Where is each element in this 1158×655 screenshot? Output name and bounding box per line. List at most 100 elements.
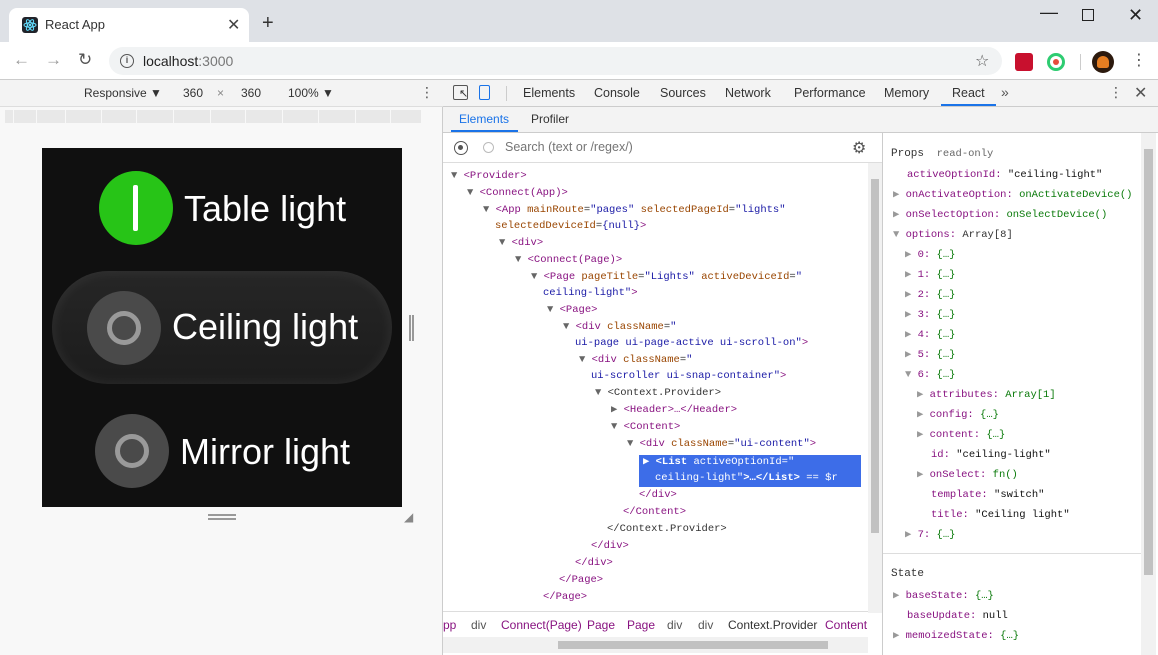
devtools-close-icon[interactable]: ✕ — [1134, 83, 1147, 103]
prop-row[interactable]: ▶ 2: {…} — [905, 288, 955, 302]
breadcrumb-item[interactable]: div — [667, 618, 682, 632]
prop-row[interactable]: ▶ 5: {…} — [905, 348, 955, 362]
tree-node[interactable]: </Content> — [623, 505, 686, 519]
tab-sources[interactable]: Sources — [660, 86, 706, 100]
device-width-input[interactable]: 360 — [183, 86, 203, 100]
prop-row[interactable]: id: "ceiling-light" — [931, 448, 1051, 462]
breadcrumb-item[interactable]: Content — [825, 618, 867, 632]
search-input[interactable] — [505, 140, 835, 154]
tree-node[interactable]: ▶ <Header>…</Header> — [611, 403, 737, 417]
tree-node[interactable]: ▼ <Page pageTitle="Lights" activeDeviceI… — [531, 270, 802, 284]
settings-gear-icon[interactable]: ⚙ — [852, 138, 866, 158]
scrollbar-thumb[interactable] — [558, 641, 828, 649]
tab-elements[interactable]: Elements — [523, 86, 575, 100]
tree-node[interactable]: ▼ <div> — [499, 236, 543, 250]
tree-node[interactable]: ▼ <Provider> — [451, 169, 527, 183]
devtools-menu-icon[interactable]: ⋮ — [1109, 84, 1123, 101]
tree-node[interactable]: ▼ <Page> — [547, 303, 597, 317]
window-close-icon[interactable]: ✕ — [1128, 5, 1143, 26]
breadcrumb-item[interactable]: Page — [627, 618, 655, 632]
tree-node-selected[interactable]: ▶ <List activeOptionId=" — [643, 455, 794, 469]
tree-node[interactable]: </div> — [591, 539, 629, 553]
breadcrumb-item[interactable]: div — [698, 618, 713, 632]
switch-off-icon[interactable] — [87, 291, 161, 365]
state-row[interactable]: ▶ baseState: {…} — [893, 589, 994, 603]
device-toggle-icon[interactable] — [479, 85, 490, 100]
tab-react[interactable]: React — [941, 86, 996, 106]
prop-row[interactable]: ▼ options: Array[8] — [893, 228, 1013, 242]
forward-arrow-icon[interactable]: → — [45, 51, 62, 69]
browser-menu-icon[interactable]: ⋮ — [1131, 51, 1147, 71]
tree-horizontal-scrollbar[interactable] — [443, 637, 868, 653]
props-vertical-scrollbar[interactable] — [1141, 133, 1156, 655]
minimize-icon[interactable]: — — [1040, 2, 1058, 23]
new-tab-icon[interactable]: + — [262, 13, 274, 33]
prop-row[interactable]: ▶ 1: {…} — [905, 268, 955, 282]
maximize-icon[interactable] — [1082, 9, 1094, 21]
tree-node[interactable]: ▼ <div className=" — [563, 320, 676, 334]
tab-console[interactable]: Console — [594, 86, 640, 100]
prop-row[interactable]: title: "Ceiling light" — [931, 508, 1070, 522]
tree-node[interactable]: </div> — [639, 488, 677, 502]
breadcrumb-item[interactable]: pp — [443, 618, 456, 632]
back-arrow-icon[interactable]: ← — [13, 51, 30, 69]
address-bar[interactable]: i localhost:3000 ☆ — [109, 47, 1002, 75]
breadcrumb-item[interactable]: Connect(Page) — [501, 618, 582, 632]
device-height-input[interactable]: 360 — [241, 86, 261, 100]
tab-react-elements[interactable]: Elements — [459, 112, 509, 126]
prop-row[interactable]: ▶ 7: {…} — [905, 528, 955, 542]
extension-icon[interactable] — [1015, 53, 1033, 71]
tree-node[interactable]: ▼ <Connect(Page)> — [515, 253, 622, 267]
prop-row[interactable]: ▶ attributes: Array[1] — [917, 388, 1056, 402]
tree-node[interactable]: </div> — [575, 556, 613, 570]
prop-row[interactable]: ▶ onActivateOption: onActivateDevice() — [893, 188, 1132, 202]
resize-corner-icon[interactable]: ◢ — [404, 510, 418, 524]
reload-icon[interactable]: ↻ — [78, 51, 92, 69]
tab-memory[interactable]: Memory — [884, 86, 929, 100]
scrollbar-thumb[interactable] — [871, 179, 879, 533]
prop-row[interactable]: activeOptionId: "ceiling-light" — [907, 168, 1102, 182]
switch-off-icon[interactable] — [95, 414, 169, 488]
zoom-select[interactable]: 100% ▼ — [288, 86, 334, 100]
breadcrumb-item[interactable]: div — [471, 618, 486, 632]
breadcrumb-item[interactable]: Page — [587, 618, 615, 632]
tree-node[interactable]: ▼ <Content> — [611, 420, 680, 434]
state-row[interactable]: baseUpdate: null — [907, 609, 1008, 623]
bookmark-star-icon[interactable]: ☆ — [975, 51, 989, 71]
device-mode-select[interactable]: Responsive ▼ — [84, 86, 162, 100]
browser-tab[interactable]: React App ✕ — [9, 8, 249, 42]
switch-on-icon[interactable] — [99, 171, 173, 245]
resize-handle-bottom[interactable] — [208, 514, 236, 520]
list-item[interactable]: Table light — [42, 158, 402, 268]
more-tabs-icon[interactable]: » — [1001, 84, 1009, 100]
info-icon[interactable]: i — [120, 54, 134, 68]
prop-row[interactable]: ▶ 3: {…} — [905, 308, 955, 322]
breadcrumb-item[interactable]: Context.Provider — [728, 618, 817, 632]
scrollbar-thumb[interactable] — [1144, 149, 1153, 575]
tree-node[interactable]: ▼ <Context.Provider> — [595, 386, 721, 400]
tree-node[interactable]: ▼ <App mainRoute="pages" selectedPageId=… — [483, 203, 786, 217]
prop-row[interactable]: ▶ 4: {…} — [905, 328, 955, 342]
tree-vertical-scrollbar[interactable] — [868, 163, 882, 613]
prop-row[interactable]: template: "switch" — [931, 488, 1044, 502]
prop-row[interactable]: ▶ onSelectOption: onSelectDevice() — [893, 208, 1107, 222]
select-element-icon[interactable] — [454, 141, 468, 155]
prop-row[interactable]: ▼ 6: {…} — [905, 368, 955, 382]
tab-network[interactable]: Network — [725, 86, 771, 100]
prop-row[interactable]: ▶ onSelect: fn() — [917, 468, 1018, 482]
extension-target-icon[interactable] — [1047, 53, 1065, 71]
prop-row[interactable]: ▶ 0: {…} — [905, 248, 955, 262]
tree-node[interactable]: </Page> — [543, 590, 587, 604]
device-more-icon[interactable]: ⋮ — [420, 84, 434, 101]
list-item-active[interactable]: Ceiling light — [52, 271, 392, 384]
prop-row[interactable]: ▶ content: {…} — [917, 428, 1005, 442]
tree-node[interactable]: ▼ <div className=" — [579, 353, 692, 367]
tab-performance[interactable]: Performance — [794, 86, 866, 100]
tree-node[interactable]: </Page> — [559, 573, 603, 587]
profile-avatar[interactable] — [1092, 51, 1114, 73]
state-row[interactable]: ▶ memoizedState: {…} — [893, 629, 1019, 643]
tree-node[interactable]: ▼ <div className="ui-content"> — [627, 437, 816, 451]
tree-node[interactable]: </Context.Provider> — [607, 522, 727, 536]
list-item[interactable]: Mirror light — [42, 398, 402, 508]
tree-node[interactable]: ▼ <Connect(App)> — [467, 186, 568, 200]
